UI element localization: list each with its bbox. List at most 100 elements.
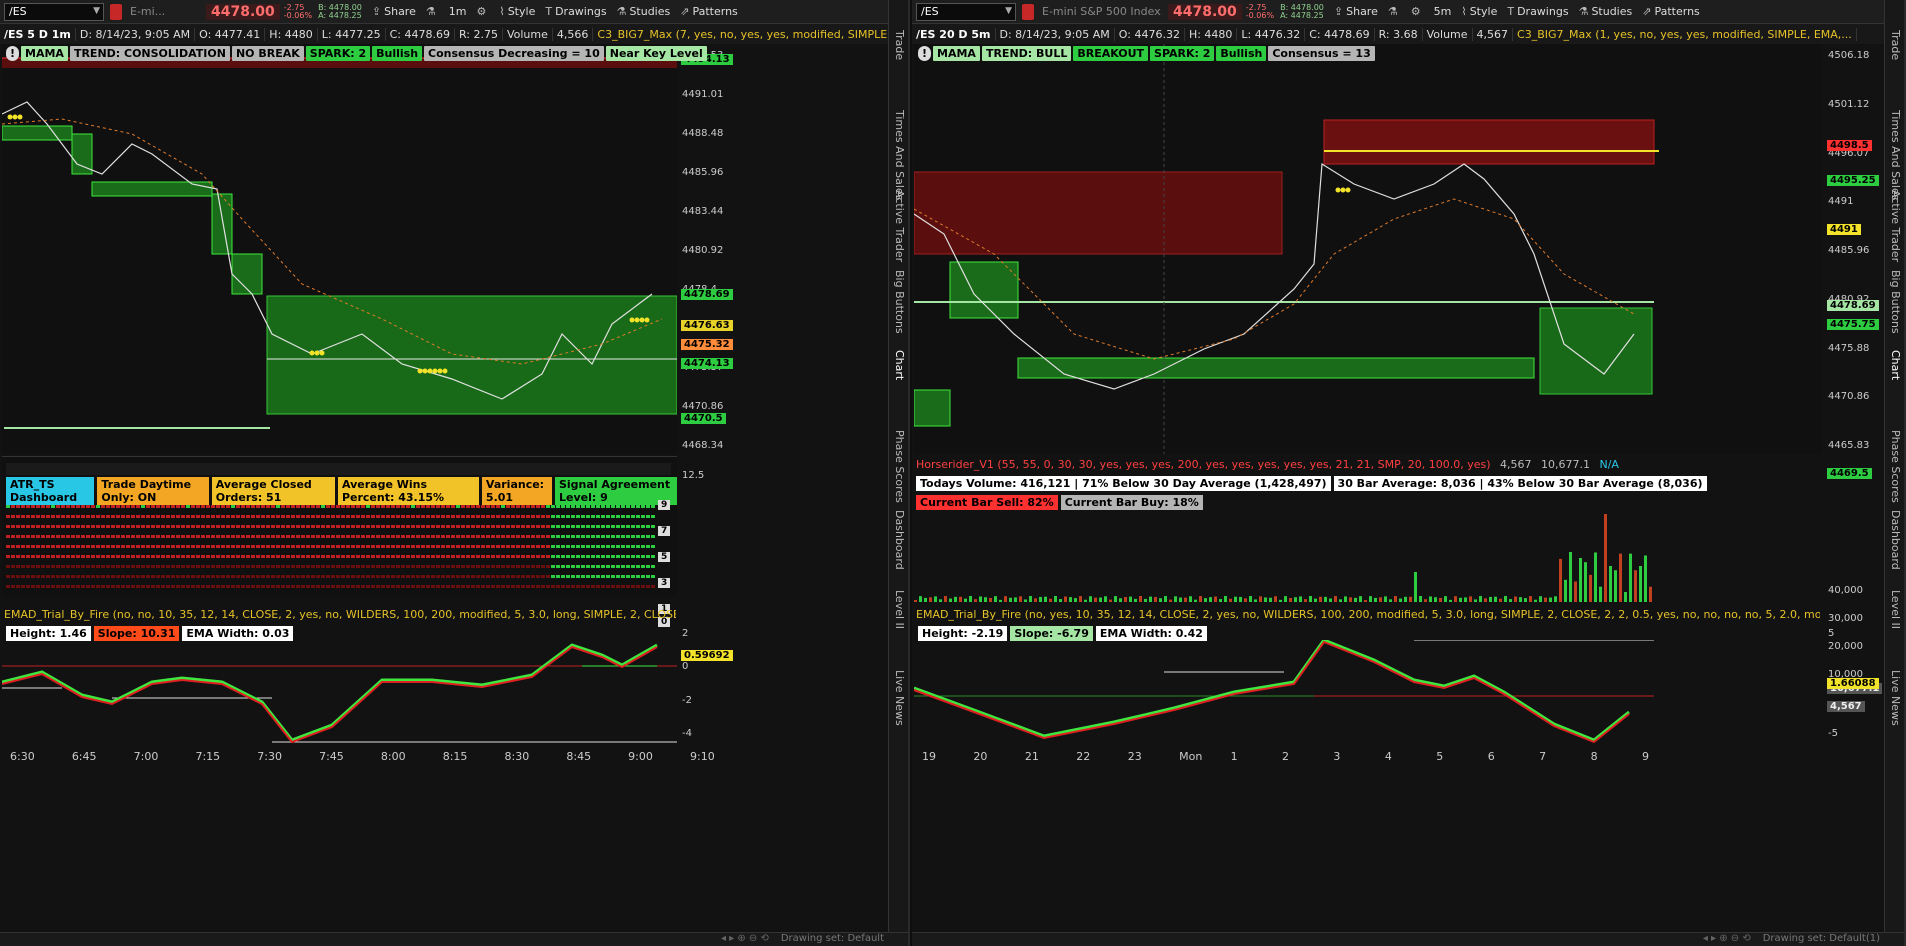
flask-icon: ⚗ [1387,5,1398,18]
zoom-icons[interactable]: ◂ ▸ ⊕ ⊖ ⟲ [721,933,769,944]
emad-study-title[interactable]: EMAD_Trial_By_Fire (no, yes, 10, 35, 12,… [916,608,1820,621]
price-tick: 4491.01 [682,89,724,100]
left-toolbar: /ES ▼ E-mi... 4478.00 -2.75 -0.06% B: 4478… [0,0,908,24]
info-close: C: 4478.69 [1305,27,1375,41]
signal-label: Bullish [372,46,423,61]
side-tab-phase-scores[interactable]: Phase Scores [893,430,906,503]
chart-title: /ES 5 D 1m [0,27,76,41]
time-tick: 6:30 [10,750,35,763]
share-button[interactable]: ⇪ Share [372,5,416,18]
emad-value-pill: 0.59692 [681,650,733,661]
left-time-axis[interactable]: 6:30 6:45 7:00 7:15 7:30 7:45 8:00 8:15 8:30 8:45… [2,750,715,764]
symbol-text: /ES [9,4,27,18]
volume-label: Volume [503,27,553,41]
signal-label: Bullish [1216,46,1267,61]
drawings-button[interactable]: T Drawings [1507,5,1568,18]
emad-axis-tick: 2 [682,628,689,639]
flask-button[interactable]: ⚗ [426,5,439,18]
emad-svg [1,643,677,744]
side-tab-dashboard[interactable]: Dashboard [1889,510,1902,570]
side-tab-big-buttons[interactable]: Big Buttons [1889,270,1902,334]
timeframe-button[interactable]: 5m [1434,5,1452,18]
flask-button[interactable]: ⚗ [1388,5,1401,18]
side-tab-chart[interactable]: Chart [1889,350,1902,380]
side-tab-level-ii[interactable]: Level II [893,590,906,629]
info-date: D: 8/14/23, 9:05 AM [996,27,1115,41]
right-side-panel[interactable]: Trade Times And Sales Active Trader Big But… [1884,0,1904,946]
link-color-button[interactable] [110,3,122,20]
alert-icon[interactable]: ! [918,46,932,61]
side-tab-dashboard[interactable]: Dashboard [893,510,906,570]
price-pill: 4491 [1827,224,1861,235]
price-pill: 4476.63 [681,320,733,331]
style-button[interactable]: ⌇ Style [499,5,535,18]
side-tab-trade[interactable]: Trade [893,30,906,60]
emad-boxes: Height: -2.19 Slope: -6.79 EMA Width: 0.42 [918,626,1207,641]
study-label[interactable]: C3_BIG7_Max (7, yes, no, yes, yes, modif… [593,27,907,41]
left-price-plot[interactable] [1,44,678,454]
symbol-selector[interactable]: /ES ▼ [916,2,1016,21]
study-label[interactable]: C3_BIG7_Max (1, yes, no, yes, yes, modif… [1513,27,1857,41]
time-tick: 7 [1539,750,1547,763]
style-button[interactable]: ⌇ Style [1461,5,1497,18]
left-emad-plot[interactable] [1,640,677,748]
symbol-selector[interactable]: /ES ▼ [4,2,104,21]
time-tick: 9:00 [628,750,653,763]
price-tick: 4485.96 [682,167,724,178]
settings-button[interactable]: ⚙ [476,5,489,18]
side-tab-trade[interactable]: Trade [1889,30,1902,60]
drawings-button[interactable]: T Drawings [545,5,606,18]
time-tick: 6 [1487,750,1495,763]
alert-icon[interactable]: ! [6,46,20,61]
right-price-axis[interactable]: 4506.184501.124496.0744914485.964480.924… [1826,44,1878,454]
dashboard-row-value: 3 [658,578,671,588]
side-tab-times-and-sales[interactable]: Times And Sales [1889,110,1902,200]
settings-button[interactable]: ⚙ [1411,5,1424,18]
side-tab-phase-scores[interactable]: Phase Scores [1889,430,1902,503]
price-pill: 4475.75 [1827,319,1879,330]
atr-dashboard-pane[interactable]: ATR_TS Dashboard Trade Daytime Only: ON Av… [2,456,677,596]
side-tab-chart[interactable]: Chart [893,350,906,380]
patterns-icon: ⇗ [680,5,690,18]
price-pill: 4469.5 [1827,468,1872,479]
info-date: D: 8/14/23, 9:05 AM [76,27,196,41]
emad-stat-box: EMA Width: 0.42 [1095,626,1207,641]
side-tab-active-trader[interactable]: Active Trader [893,190,906,262]
side-tab-level-ii[interactable]: Level II [1889,590,1902,629]
right-emad-plot[interactable] [913,638,1822,748]
emad-stat-box: Height: -2.19 [918,626,1008,641]
net-change: -2.75 -0.06% [1245,2,1275,20]
studies-button[interactable]: ⚗ Studies [617,5,671,18]
left-price-axis[interactable]: 4493.534491.014488.484485.964483.444480.… [680,44,732,454]
right-time-axis[interactable]: 19 20 21 22 23 Mon 1 2 3 4 5 6 7 8 9 [914,750,1822,764]
timeframe-button[interactable]: 1m [449,5,467,18]
price-pill: 4495.25 [1827,175,1879,186]
left-side-panel[interactable]: Trade Times And Sales Active Trader Big But… [888,0,908,946]
patterns-icon: ⇗ [1642,5,1652,18]
time-tick: 7:15 [195,750,221,763]
horserider-title[interactable]: Horserider_V1 (55, 55, 0, 30, 30, yes, y… [916,458,1820,471]
side-tab-live-news[interactable]: Live News [893,670,906,726]
right-toolbar: /ES ▼ E-mini S&P 500 Index... 4478.00 -2.… [912,0,1904,24]
time-tick: 2 [1282,750,1289,763]
signal-label: TREND: BULL [981,46,1072,61]
signal-label: Consensus = 13 [1268,46,1375,61]
patterns-button[interactable]: ⇗ Patterns [680,5,738,18]
info-low: L: 4477.25 [318,27,386,41]
patterns-button[interactable]: ⇗ Patterns [1642,5,1700,18]
zoom-icons[interactable]: ◂ ▸ ⊕ ⊖ ⟲ [1703,933,1751,944]
chevron-down-icon: ▼ [93,5,100,16]
side-tab-active-trader[interactable]: Active Trader [1889,190,1902,262]
time-tick: 22 [1076,750,1091,763]
price-pill: 4478.69 [681,289,733,300]
share-button[interactable]: ⇪ Share [1334,5,1378,18]
right-price-plot[interactable] [913,44,1822,454]
volume-plot[interactable] [914,512,1822,606]
studies-button[interactable]: ⚗ Studies [1579,5,1633,18]
emad-study-title[interactable]: EMAD_Trial_By_Fire (no, no, 10, 35, 12, … [4,608,676,621]
signal-label: MAMA [933,46,980,61]
side-tab-live-news[interactable]: Live News [1889,670,1902,726]
side-tab-times-and-sales[interactable]: Times And Sales [893,110,906,200]
link-color-button[interactable] [1022,3,1034,20]
side-tab-big-buttons[interactable]: Big Buttons [893,270,906,334]
